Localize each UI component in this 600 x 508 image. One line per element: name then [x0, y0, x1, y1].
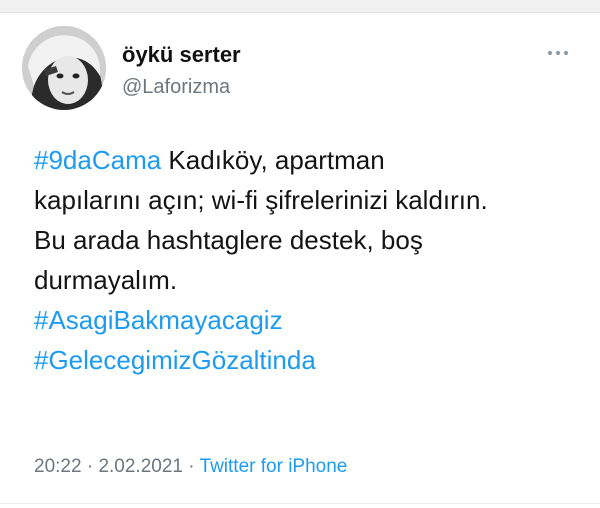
- meta-separator: ·: [81, 456, 99, 477]
- tweet-text-segment: Bu arada hashtaglere destek, boş: [34, 225, 423, 255]
- meta-separator: ·: [182, 456, 200, 477]
- tweet-text: #9daCama Kadıköy, apartman kapılarını açı…: [34, 140, 584, 380]
- top-edge: [0, 0, 600, 13]
- tweet-date[interactable]: 2.02.2021: [98, 456, 183, 477]
- hashtag-link[interactable]: #GelecegimizGözaltinda: [34, 345, 316, 375]
- tweet-text-line: durmayalım.: [34, 260, 584, 300]
- tweet-time[interactable]: 20:22: [34, 456, 82, 477]
- tweet-text-segment: Kadıköy, apartman: [161, 145, 385, 175]
- tweet-text-segment: kapılarını açın; wi-fi şifrelerinizi kal…: [34, 185, 488, 215]
- tweet-source-link[interactable]: Twitter for iPhone: [200, 456, 348, 477]
- divider: [0, 503, 600, 504]
- tweet-text-line: #GelecegimizGözaltinda: [34, 340, 584, 380]
- more-horizontal-icon[interactable]: [546, 46, 570, 58]
- tweet-text-line: #9daCama Kadıköy, apartman: [34, 140, 584, 180]
- author-handle[interactable]: @Laforizma: [122, 74, 241, 100]
- tweet-meta: 20:22 · 2.02.2021 · Twitter for iPhone: [34, 456, 347, 478]
- hashtag-link[interactable]: #AsagiBakmayacagiz: [34, 305, 283, 335]
- tweet-text-line: Bu arada hashtaglere destek, boş: [34, 220, 584, 260]
- tweet-text-line: #AsagiBakmayacagiz: [34, 300, 584, 340]
- tweet-text-line: kapılarını açın; wi-fi şifrelerinizi kal…: [34, 180, 584, 220]
- author-display-name[interactable]: öykü serter: [122, 42, 241, 68]
- hashtag-link[interactable]: #9daCama: [34, 145, 161, 175]
- avatar-photo: [22, 26, 106, 110]
- tweet-text-segment: durmayalım.: [34, 265, 178, 295]
- avatar[interactable]: [22, 26, 106, 110]
- tweet-author[interactable]: öykü serter @Laforizma: [122, 42, 241, 100]
